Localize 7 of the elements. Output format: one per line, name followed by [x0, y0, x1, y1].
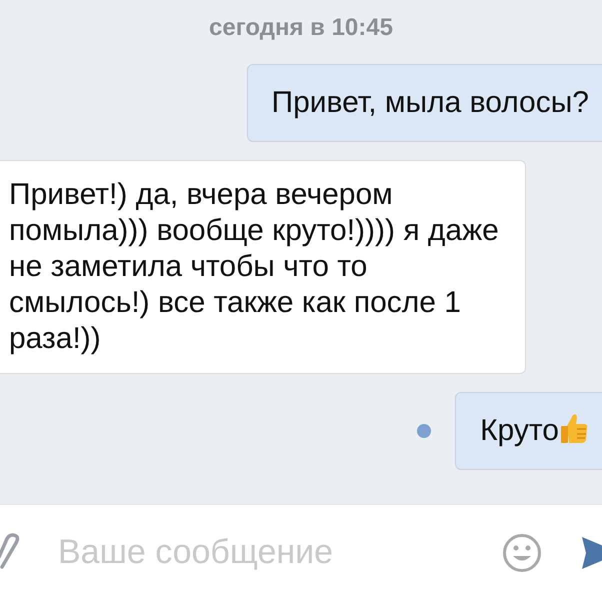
message-bubble: Привет!) да, вчера вечером помыла))) вообще круто!)))) я даже не заметила чтобы что то смылось!) все также как после 1 раза!)) [0, 160, 526, 374]
send-icon[interactable] [580, 534, 602, 570]
message-bubble: Круто [455, 392, 602, 470]
message-bubble: Привет, мыла волосы? [246, 64, 602, 142]
smiley-icon[interactable] [502, 532, 542, 572]
thumbs-up-icon [559, 412, 589, 444]
date-label: сегодня в 10:45 [209, 13, 393, 43]
